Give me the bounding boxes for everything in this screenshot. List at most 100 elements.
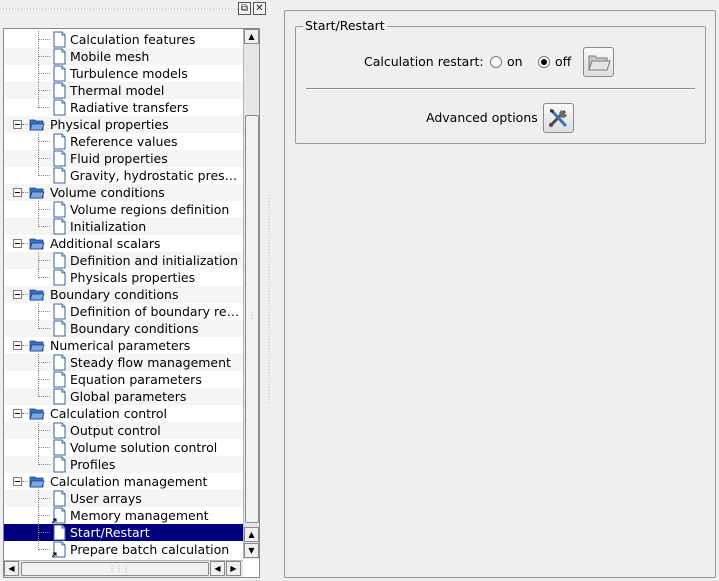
tree-item-label: Numerical parameters xyxy=(50,338,191,353)
tree-leaf-item[interactable]: Prepare batch calculation xyxy=(4,541,243,558)
tree-leaf-item[interactable]: Volume regions definition xyxy=(4,201,243,218)
tree-item-label: Global parameters xyxy=(70,389,187,404)
document-shortcut-icon xyxy=(51,507,66,524)
tree-item-label: Thermal model xyxy=(70,83,165,98)
tree-folder-item[interactable]: Calculation control xyxy=(4,405,243,422)
open-restart-folder-button[interactable] xyxy=(583,47,614,77)
tree-leaf-item[interactable]: Start/Restart xyxy=(4,524,243,541)
tree-branch-line xyxy=(22,413,28,414)
tree-leaf-item[interactable]: Steady flow management xyxy=(4,354,243,371)
tree-leaf-item[interactable]: Definition of boundary re… xyxy=(4,303,243,320)
scroll-left-button-right[interactable]: ◀ xyxy=(210,561,225,576)
splitter-handle[interactable] xyxy=(268,195,270,405)
collapse-toggle-icon[interactable] xyxy=(13,239,22,248)
tree-leaf-item[interactable]: Definition and initialization xyxy=(4,252,243,269)
collapse-toggle-icon[interactable] xyxy=(13,341,22,350)
tree-leaf-item[interactable]: Mobile mesh xyxy=(4,48,243,65)
scroll-up-button[interactable]: ▲ xyxy=(244,29,259,44)
tree-branch-line xyxy=(22,192,28,193)
tree-branch-line xyxy=(22,481,28,482)
tree-leaf-item[interactable]: Equation parameters xyxy=(4,371,243,388)
document-icon xyxy=(53,490,66,507)
tree-branch-line xyxy=(22,124,28,125)
tree-branch-line xyxy=(39,311,50,312)
tree-folder-item[interactable]: Additional scalars xyxy=(4,235,243,252)
tree-leaf-item[interactable]: Boundary conditions xyxy=(4,320,243,337)
restart-on-radio[interactable] xyxy=(490,56,502,68)
tree-leaf-item[interactable]: User arrays xyxy=(4,490,243,507)
document-icon xyxy=(53,388,66,405)
document-shortcut-icon xyxy=(51,541,66,558)
tree-item-label: Boundary conditions xyxy=(70,321,199,336)
tree-leaf-item[interactable]: Memory management xyxy=(4,507,243,524)
tree-leaf-item[interactable]: Initialization xyxy=(4,218,243,235)
calculation-restart-label: Calculation restart: xyxy=(364,54,484,69)
tree-item-label: Boundary conditions xyxy=(50,287,179,302)
tree-leaf-item[interactable]: Reference values xyxy=(4,133,243,150)
tree-leaf-item[interactable]: Volume solution control xyxy=(4,439,243,456)
document-icon xyxy=(53,167,66,184)
restart-on-label[interactable]: on xyxy=(507,54,523,70)
tree-item-label: Volume regions definition xyxy=(70,202,230,217)
tree-folder-item[interactable]: Numerical parameters xyxy=(4,337,243,354)
collapse-toggle-icon[interactable] xyxy=(13,290,22,299)
tree-item-label: Output control xyxy=(70,423,161,438)
tree-leaf-item[interactable]: Profiles xyxy=(4,456,243,473)
document-icon xyxy=(53,371,66,388)
tree-folder-item[interactable]: Volume conditions xyxy=(4,184,243,201)
tree-branch-line xyxy=(39,209,50,210)
scroll-right-button[interactable]: ▶ xyxy=(226,561,241,576)
tree-item-label: Radiative transfers xyxy=(70,100,189,115)
horizontal-scroll-thumb[interactable]: ⋮⋮⋮ xyxy=(21,562,209,576)
tree-item-label: Turbulence models xyxy=(70,66,188,81)
tree-leaf-item[interactable]: Gravity, hydrostatic pres… xyxy=(4,167,243,184)
tree-branch-line xyxy=(39,73,50,74)
document-icon xyxy=(53,31,66,48)
horizontal-scrollbar[interactable]: ◀ ⋮⋮⋮ ◀ ▶ xyxy=(4,560,243,577)
tree-leaf-item[interactable]: Thermal model xyxy=(4,82,243,99)
tree-item-label: Profiles xyxy=(70,457,116,472)
document-icon xyxy=(53,201,66,218)
scroll-up-button-lower[interactable]: ▲ xyxy=(244,527,259,542)
tree-branch-line xyxy=(39,158,50,159)
tree-branch-line xyxy=(39,56,50,57)
close-icon[interactable]: ✕ xyxy=(253,2,266,15)
tree-leaf-item[interactable]: Global parameters xyxy=(4,388,243,405)
tree-item-label: Steady flow management xyxy=(70,355,231,370)
navigation-tree[interactable]: Calculation features Mobile mesh Turbulenc… xyxy=(4,29,243,559)
tree-item-label: Equation parameters xyxy=(70,372,202,387)
tree-leaf-item[interactable]: Physicals properties xyxy=(4,269,243,286)
collapse-toggle-icon[interactable] xyxy=(13,120,22,129)
tree-item-label: Definition of boundary re… xyxy=(70,304,240,319)
document-icon xyxy=(53,133,66,150)
vertical-scrollbar[interactable]: ▲ ⋮⋮ ▲ ▼ xyxy=(243,29,259,559)
float-window-icon[interactable]: ⧉ xyxy=(238,2,251,15)
document-icon xyxy=(53,422,66,439)
tree-folder-item[interactable]: Boundary conditions xyxy=(4,286,243,303)
collapse-toggle-icon[interactable] xyxy=(13,188,22,197)
scroll-left-button[interactable]: ◀ xyxy=(4,561,19,576)
document-icon xyxy=(53,82,66,99)
tree-leaf-item[interactable]: Output control xyxy=(4,422,243,439)
advanced-options-button[interactable] xyxy=(543,103,574,133)
tree-folder-item[interactable]: Calculation management xyxy=(4,473,243,490)
restart-off-label[interactable]: off xyxy=(555,54,571,70)
collapse-toggle-icon[interactable] xyxy=(13,477,22,486)
tree-leaf-item[interactable]: Fluid properties xyxy=(4,150,243,167)
vertical-scroll-thumb[interactable]: ⋮⋮ xyxy=(245,115,259,523)
tools-icon xyxy=(549,109,567,127)
collapse-toggle-icon[interactable] xyxy=(13,409,22,418)
tree-folder-item[interactable]: Physical properties xyxy=(4,116,243,133)
tree-branch-line xyxy=(39,379,50,380)
document-icon xyxy=(53,269,66,286)
tree-leaf-item[interactable]: Turbulence models xyxy=(4,65,243,82)
tree-leaf-item[interactable]: Calculation features xyxy=(4,31,243,48)
tree-leaf-item[interactable]: Radiative transfers xyxy=(4,99,243,116)
document-icon xyxy=(53,150,66,167)
dock-title-bar[interactable]: ⧉ ✕ xyxy=(0,0,270,18)
restart-off-radio[interactable] xyxy=(538,56,550,68)
advanced-options-label: Advanced options xyxy=(426,110,538,125)
tree-branch-line xyxy=(39,396,50,397)
document-icon xyxy=(53,524,66,541)
scroll-down-button[interactable]: ▼ xyxy=(244,543,259,558)
